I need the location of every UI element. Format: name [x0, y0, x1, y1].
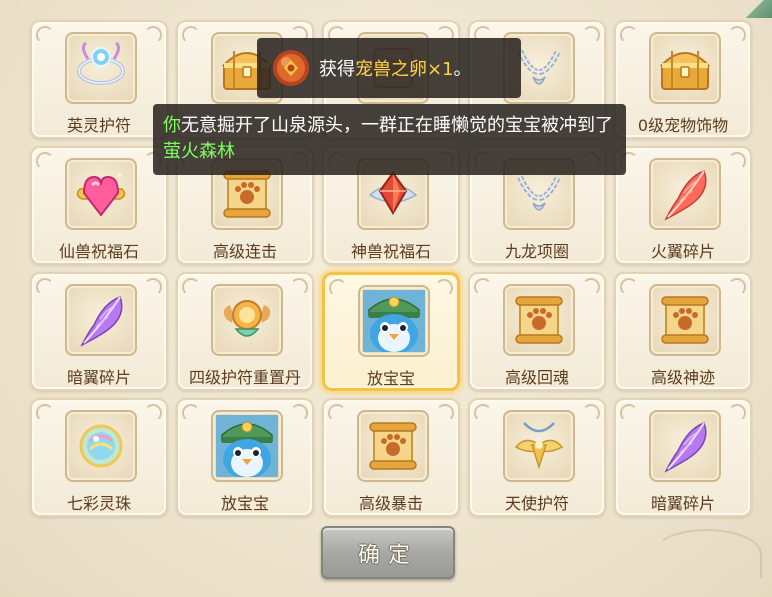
item-name: 暗翼碎片 — [66, 368, 131, 387]
reward-item-slot[interactable]: 放宝宝 — [176, 398, 314, 517]
paw-scroll-icon — [515, 296, 563, 344]
item-name: 火翼碎片 — [650, 242, 715, 261]
item-name: 高级连击 — [212, 242, 277, 261]
item-icon-frame — [211, 410, 283, 482]
message-location: 萤火森林 — [163, 141, 235, 162]
item-icon-frame — [65, 158, 137, 230]
item-name: 高级神迹 — [650, 368, 715, 387]
message-subject: 你 — [163, 115, 181, 136]
message-body: 无意掘开了山泉源头，一群正在睡懒觉的宝宝被冲到了 — [181, 115, 613, 136]
reward-item-slot[interactable]: 仙兽祝福石 — [30, 146, 168, 265]
reward-item-slot[interactable]: 暗翼碎片 — [614, 398, 752, 517]
purple-feather-icon — [664, 422, 707, 473]
red-feather-icon — [664, 170, 707, 221]
item-name: 放宝宝 — [366, 369, 415, 388]
reward-item-slot[interactable]: 高级暴击 — [322, 398, 460, 517]
penguin-pet-icon — [216, 415, 278, 477]
item-name: 高级暴击 — [358, 494, 423, 513]
event-message: 你无意掘开了山泉源头，一群正在睡懒觉的宝宝被冲到了萤火森林 — [153, 104, 626, 175]
toast-text: 获得宠兽之卵×1。 — [319, 55, 472, 81]
item-icon-frame — [503, 284, 575, 356]
item-name: 暗翼碎片 — [650, 494, 715, 513]
item-name: 神兽祝福石 — [350, 242, 431, 261]
paw-scroll-icon — [369, 422, 417, 470]
paw-scroll-icon — [661, 296, 709, 344]
item-icon-frame — [358, 285, 430, 357]
amulet-icon — [77, 41, 125, 85]
item-icon-frame — [649, 410, 721, 482]
pink-gem-icon — [76, 173, 126, 217]
golden-orb-icon — [223, 300, 271, 337]
toast-item-count: ×1 — [427, 59, 454, 80]
item-name: 九龙项圈 — [504, 242, 569, 261]
item-name: 0级宠物饰物 — [637, 116, 729, 135]
angel-amulet-icon — [514, 422, 564, 470]
reward-item-slot[interactable]: 高级神迹 — [614, 272, 752, 391]
penguin-pet-icon — [363, 290, 425, 352]
item-name: 四级护符重置丹 — [188, 368, 301, 387]
item-icon-frame — [65, 410, 137, 482]
reward-item-slot[interactable]: 放宝宝 — [322, 272, 460, 391]
item-icon-frame — [649, 32, 721, 104]
purple-feather-icon — [80, 296, 123, 347]
item-name: 英灵护符 — [66, 116, 131, 135]
rainbow-orb-icon — [79, 424, 123, 468]
item-name: 七彩灵珠 — [66, 494, 131, 513]
reward-item-slot[interactable]: 暗翼碎片 — [30, 272, 168, 391]
cloud-swirl-decoration — [652, 529, 762, 579]
toast-suffix: 。 — [453, 59, 472, 80]
reward-item-slot[interactable]: 高级回魂 — [468, 272, 606, 391]
item-icon-frame — [211, 284, 283, 356]
item-icon-frame — [65, 284, 137, 356]
reward-item-slot[interactable]: 四级护符重置丹 — [176, 272, 314, 391]
item-icon-frame — [649, 284, 721, 356]
item-icon-frame — [503, 410, 575, 482]
treasure-chest-icon — [659, 51, 711, 90]
toast-item-name: 宠兽之卵 — [355, 59, 427, 80]
confirm-button[interactable]: 确定 — [321, 526, 455, 579]
reward-item-slot[interactable]: 0级宠物饰物 — [614, 20, 752, 139]
reward-item-slot[interactable]: 天使护符 — [468, 398, 606, 517]
corner-decoration — [746, 0, 772, 18]
item-name: 仙兽祝福石 — [58, 242, 139, 261]
reward-item-slot[interactable]: 火翼碎片 — [614, 146, 752, 265]
item-icon-frame — [65, 32, 137, 104]
toast-prefix: 获得 — [319, 59, 355, 80]
pet-egg-icon — [273, 50, 309, 86]
item-name: 高级回魂 — [504, 368, 569, 387]
item-name: 放宝宝 — [220, 494, 269, 513]
reward-item-slot[interactable]: 英灵护符 — [30, 20, 168, 139]
reward-panel: 英灵护符 0级宠物饰物仙兽祝福石 高级连击 神兽祝福石 九龙项圈 火翼碎片暗翼碎片 四级护符… — [0, 0, 772, 597]
item-name: 天使护符 — [504, 494, 569, 513]
item-icon-frame — [357, 410, 429, 482]
reward-item-slot[interactable]: 七彩灵珠 — [30, 398, 168, 517]
reward-toast: 获得宠兽之卵×1。 — [257, 38, 521, 98]
item-icon-frame — [649, 158, 721, 230]
